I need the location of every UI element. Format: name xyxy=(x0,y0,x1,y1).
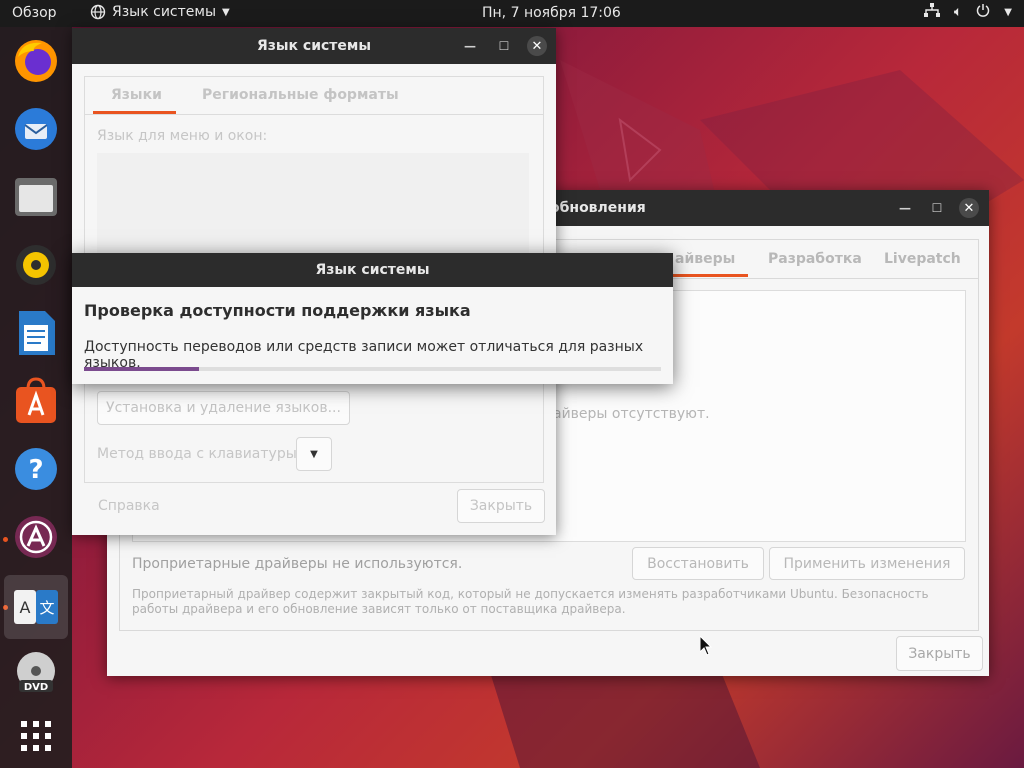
volume-icon: 🔈︎ xyxy=(953,4,963,20)
drivers-missing-text: айверы отсутствуют. xyxy=(553,406,710,422)
svg-text:?: ? xyxy=(28,455,43,485)
maximize-icon[interactable]: ☐ xyxy=(494,36,514,56)
software-center-icon[interactable] xyxy=(11,376,61,426)
rhythmbox-icon[interactable] xyxy=(11,240,61,290)
activities-button[interactable]: Обзор xyxy=(12,5,57,21)
app-menu-label: Язык системы xyxy=(112,4,217,20)
input-method-label: Метод ввода с клавиатуры: xyxy=(97,446,302,462)
running-indicator xyxy=(3,537,8,542)
input-method-dropdown[interactable]: ▼ xyxy=(296,437,332,471)
network-icon xyxy=(923,3,940,21)
restore-button[interactable]: Восстановить xyxy=(632,547,764,580)
close-icon[interactable]: ✕ xyxy=(959,198,979,218)
svg-text:文: 文 xyxy=(39,599,54,617)
top-bar: Обзор Язык системы ▼ Пн, 7 ноября 17:06 … xyxy=(0,0,1024,27)
language-list[interactable] xyxy=(97,153,529,253)
firefox-icon[interactable] xyxy=(11,36,61,86)
proprietary-driver-note: Проприетарный драйвер содержит закрытый … xyxy=(132,587,929,616)
help-button[interactable]: Справка xyxy=(98,498,160,514)
dialog-title: Язык системы xyxy=(315,262,430,278)
svg-text:A: A xyxy=(20,598,31,617)
language-titlebar: Язык системы — ☐ ✕ xyxy=(72,28,556,64)
mouse-cursor-icon xyxy=(700,636,712,656)
progress-dialog: Язык системы Проверка доступности поддер… xyxy=(72,253,673,384)
install-remove-languages-button[interactable]: Установка и удаление языков... xyxy=(97,391,350,425)
minimize-icon[interactable]: — xyxy=(460,36,480,56)
thunderbird-icon[interactable] xyxy=(11,104,61,154)
divider xyxy=(85,114,543,115)
tab-drivers[interactable]: айверы xyxy=(675,251,735,267)
chevron-down-icon: ▼ xyxy=(310,448,318,460)
updates-close-button[interactable]: Закрыть xyxy=(896,636,983,671)
power-icon xyxy=(976,3,990,21)
minimize-icon[interactable]: — xyxy=(895,198,915,218)
progress-fill xyxy=(84,367,200,371)
progress-bar xyxy=(84,367,661,371)
dvd-icon[interactable]: DVD xyxy=(11,648,61,698)
language-close-button[interactable]: Закрыть xyxy=(457,489,545,523)
tab-regional-formats[interactable]: Региональные форматы xyxy=(202,87,399,103)
tab-underline xyxy=(668,274,748,277)
help-icon[interactable]: ? xyxy=(11,444,61,494)
clock[interactable]: Пн, 7 ноября 17:06 xyxy=(482,5,621,21)
language-support-icon[interactable]: A文 xyxy=(4,575,68,639)
chevron-down-icon: ▼ xyxy=(222,6,230,18)
tab-developer[interactable]: Разработка xyxy=(768,251,862,267)
maximize-icon[interactable]: ☐ xyxy=(927,198,947,218)
system-tray[interactable]: 🔈︎ ▼ xyxy=(923,3,1012,21)
globe-icon xyxy=(90,4,106,20)
software-updater-icon[interactable] xyxy=(11,512,61,562)
dialog-heading: Проверка доступности поддержки языка xyxy=(84,301,471,320)
chevron-down-icon: ▼ xyxy=(1004,6,1012,18)
files-icon[interactable] xyxy=(11,172,61,222)
svg-text:DVD: DVD xyxy=(24,682,48,693)
apply-changes-button[interactable]: Применить изменения xyxy=(769,547,965,580)
language-window-title: Язык системы xyxy=(256,38,372,54)
menu-language-label: Язык для меню и окон: xyxy=(97,128,268,144)
writer-icon[interactable] xyxy=(11,308,61,358)
tab-livepatch[interactable]: Livepatch xyxy=(884,251,961,267)
updates-title: обновления xyxy=(550,200,646,216)
tab-languages[interactable]: Языки xyxy=(111,87,162,103)
show-apps-icon[interactable] xyxy=(11,711,61,761)
close-icon[interactable]: ✕ xyxy=(527,36,547,56)
dialog-titlebar: Язык системы xyxy=(72,253,673,287)
drivers-status-text: Проприетарные драйверы не используются. xyxy=(132,556,463,572)
dock: ? A文 DVD xyxy=(0,27,72,768)
app-menu[interactable]: Язык системы ▼ xyxy=(90,4,230,20)
